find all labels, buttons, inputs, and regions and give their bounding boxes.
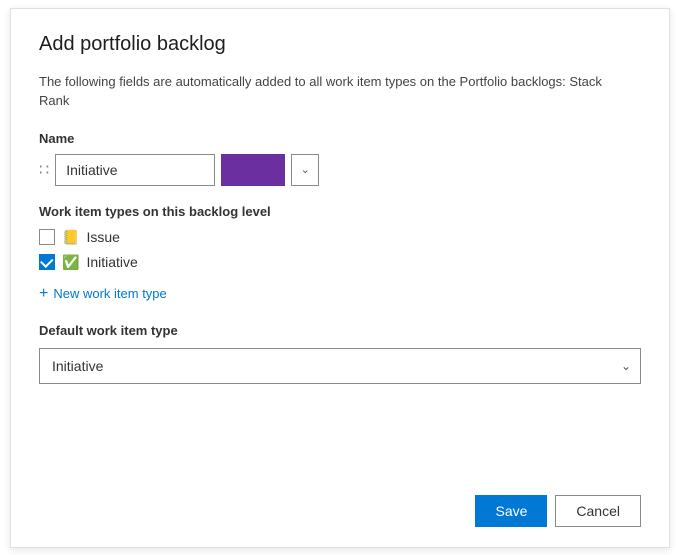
default-work-item-section: Default work item type Initiative Issue … <box>39 323 641 384</box>
dialog-footer: Save Cancel <box>475 495 641 527</box>
initiative-icon: ✅ <box>62 254 79 271</box>
color-picker-button[interactable] <box>221 154 285 186</box>
work-item-types-label: Work item types on this backlog level <box>39 204 641 219</box>
issue-checkbox[interactable] <box>39 229 55 245</box>
type-row-initiative: ✅ Initiative <box>39 254 641 271</box>
save-button[interactable]: Save <box>475 495 547 527</box>
chevron-down-icon: ⌄ <box>301 163 310 176</box>
dialog-title: Add portfolio backlog <box>39 33 641 56</box>
name-label: Name <box>39 131 641 146</box>
issue-icon: 📒 <box>62 229 79 246</box>
name-input[interactable] <box>55 154 215 186</box>
color-dropdown-button[interactable]: ⌄ <box>291 154 319 186</box>
default-wi-select[interactable]: Initiative Issue <box>39 348 641 384</box>
add-work-item-type-button[interactable]: + New work item type <box>39 285 167 303</box>
name-row: ∷ ⌄ <box>39 154 641 186</box>
initiative-label: Initiative <box>86 254 137 270</box>
issue-label: Issue <box>86 229 119 245</box>
type-row-issue: 📒 Issue <box>39 229 641 246</box>
default-wi-label: Default work item type <box>39 323 641 338</box>
plus-icon: + <box>39 285 48 303</box>
drag-icon: ∷ <box>39 160 49 180</box>
initiative-checkbox[interactable] <box>39 254 55 270</box>
cancel-button[interactable]: Cancel <box>555 495 641 527</box>
work-item-types-section: Work item types on this backlog level 📒 … <box>39 204 641 271</box>
default-wi-select-wrapper: Initiative Issue ⌄ <box>39 348 641 384</box>
add-portfolio-backlog-dialog: Add portfolio backlog The following fiel… <box>10 8 670 548</box>
dialog-description: The following fields are automatically a… <box>39 72 619 111</box>
add-work-item-type-label: New work item type <box>53 286 166 301</box>
